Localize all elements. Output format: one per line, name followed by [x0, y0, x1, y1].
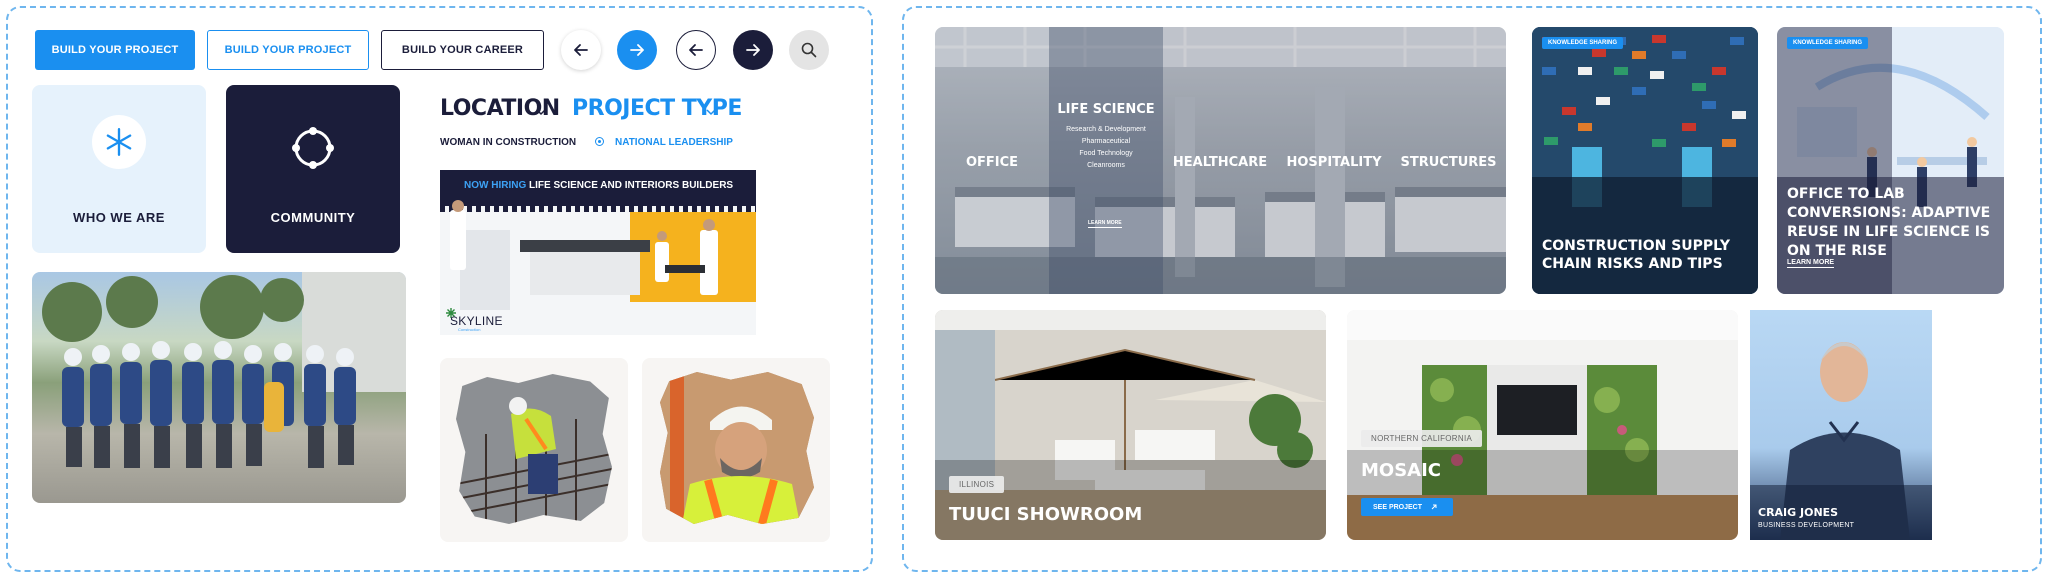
who-we-are-label: WHO WE ARE: [73, 210, 165, 225]
sector-structures[interactable]: STRUCTURES: [1391, 155, 1506, 170]
asterisk-icon: [92, 115, 146, 169]
search-icon: [801, 42, 817, 58]
build-career-button[interactable]: BUILD YOUR CAREER: [381, 30, 544, 70]
tuuci-showroom-card[interactable]: ILLINOIS TUUCI SHOWROOM: [935, 310, 1326, 540]
learn-more-link[interactable]: LEARN MORE: [1088, 220, 1122, 228]
supply-tag: KNOWLEDGE SHARING: [1542, 37, 1623, 49]
skyline-logo: SKYLINE: [450, 314, 503, 328]
sub-cleanrooms: Cleanrooms: [1087, 162, 1125, 169]
arrow-right-icon: [630, 44, 644, 56]
filter-option-woman[interactable]: WOMAN IN CONSTRUCTION: [440, 137, 576, 148]
office-to-lab-card[interactable]: KNOWLEDGE SHARING OFFICE TO LAB CONVERSI…: [1777, 27, 2004, 294]
worker-photo-rebar: [440, 358, 628, 542]
sector-healthcare[interactable]: HEALTHCARE: [1163, 155, 1277, 170]
lab-learn-more[interactable]: LEARN MORE: [1787, 259, 1835, 268]
see-project-button[interactable]: SEE PROJECT: [1361, 498, 1453, 516]
who-we-are-tile[interactable]: WHO WE ARE: [32, 85, 206, 253]
office-to-lab-title: OFFICE TO LAB CONVERSIONS: ADAPTIVE REUS…: [1787, 186, 1991, 259]
see-project-label: SEE PROJECT: [1373, 503, 1423, 511]
mosaic-region: NORTHERN CALIFORNIA: [1361, 430, 1483, 447]
team-group-photo: [32, 272, 406, 503]
chevron-down-icon: [706, 109, 716, 116]
sub-research: Research & Development: [1066, 126, 1146, 133]
arrow-left-icon: [574, 44, 588, 56]
build-project-button-outline[interactable]: BUILD YOUR PROJECT: [207, 30, 369, 70]
tuuci-title: TUUCI SHOWROOM: [949, 504, 1143, 525]
project-type-filter[interactable]: PROJECT TYPE: [572, 96, 742, 121]
community-label: COMMUNITY: [270, 210, 356, 225]
sector-office[interactable]: OFFICE: [935, 155, 1049, 170]
lab-tag: KNOWLEDGE SHARING: [1787, 37, 1868, 49]
chevron-down-icon: [536, 109, 546, 116]
arrow-left-icon: [689, 44, 703, 56]
skyline-logo-sub: Construction: [458, 327, 481, 332]
person-role: BUSINESS DEVELOPMENT: [1758, 522, 1855, 529]
radio-selected[interactable]: [595, 137, 604, 146]
mosaic-card[interactable]: NORTHERN CALIFORNIA MOSAIC SEE PROJECT: [1347, 310, 1738, 540]
search-button[interactable]: [789, 30, 829, 70]
prev-button-outline[interactable]: [676, 30, 716, 70]
person-name: CRAIG JONES: [1758, 506, 1839, 519]
prev-button-light[interactable]: [561, 30, 601, 70]
community-ring-icon: [288, 123, 338, 173]
supply-chain-card[interactable]: KNOWLEDGE SHARING CONSTRUCTION SUPPLY CH…: [1532, 27, 1758, 294]
next-button-blue[interactable]: [617, 30, 657, 70]
sector-life-science[interactable]: LIFE SCIENCE: [1049, 102, 1163, 117]
worker-photo-smile: [642, 358, 830, 542]
filter-option-leadership[interactable]: NATIONAL LEADERSHIP: [615, 137, 733, 148]
hiring-banner[interactable]: NOW HIRING LIFE SCIENCE AND INTERIORS BU…: [440, 170, 756, 335]
tuuci-region: ILLINOIS: [949, 476, 1005, 493]
community-tile[interactable]: COMMUNITY: [226, 85, 400, 253]
arrow-right-icon: [746, 44, 760, 56]
supply-chain-title: CONSTRUCTION SUPPLY CHAIN RISKS AND TIPS: [1542, 238, 1731, 272]
sector-carousel[interactable]: OFFICE LIFE SCIENCE Research & Developme…: [935, 27, 1506, 294]
team-member-card[interactable]: CRAIG JONES BUSINESS DEVELOPMENT: [1750, 310, 1932, 540]
build-project-button-primary[interactable]: BUILD YOUR PROJECT: [35, 30, 195, 70]
sub-pharma: Pharmaceutical: [1081, 138, 1131, 145]
next-button-dark[interactable]: [733, 30, 773, 70]
sub-food: Food Technology: [1079, 150, 1133, 157]
mosaic-title: MOSAIC: [1361, 460, 1442, 481]
sector-hospitality[interactable]: HOSPITALITY: [1277, 155, 1391, 170]
external-arrow-icon: [1431, 504, 1437, 510]
